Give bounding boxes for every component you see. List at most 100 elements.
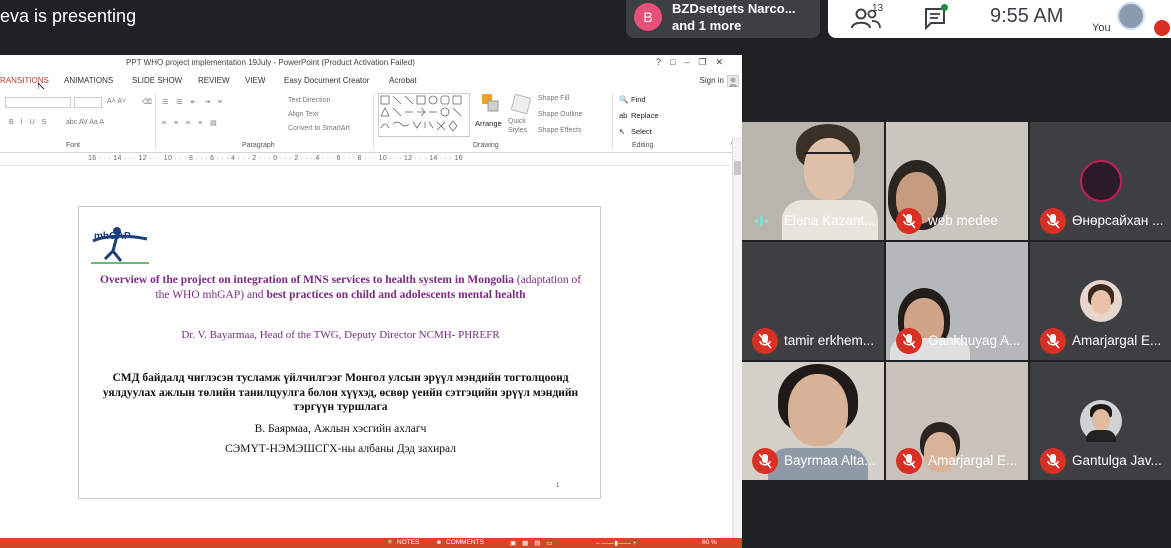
- window-controls[interactable]: ?□–❐✕: [656, 57, 732, 68]
- tab-review[interactable]: REVIEW: [198, 76, 230, 85]
- group-label-paragraph: Paragraph: [242, 142, 275, 149]
- quick-styles-icon[interactable]: [511, 94, 531, 114]
- replace-button[interactable]: Replace: [631, 111, 659, 120]
- zoom-slider[interactable]: – ——▮—— +: [596, 539, 637, 547]
- ppt-window-title: PPT WHO project implementation 19July - …: [126, 58, 415, 67]
- text-direction-button[interactable]: Text Direction: [288, 97, 330, 104]
- slide-title-bold-part-2: best practices on child and adolescents …: [266, 288, 526, 301]
- participant-tile[interactable]: web medee: [886, 122, 1028, 240]
- mic-off-icon: [896, 328, 922, 354]
- ribbon: A˄ A˅ ⌫ BIUS abc AV Aa A Font ☰ ☰ ⇤ ⇥ ≡ …: [0, 89, 742, 153]
- comments-button[interactable]: COMMENTS: [446, 539, 484, 546]
- list-buttons[interactable]: ☰ ☰ ⇤ ⇥ ≡: [162, 98, 225, 106]
- ribbon-separator: [373, 93, 374, 149]
- meet-top-bar: eva is presenting B BZDsetgets Narco... …: [0, 0, 1171, 40]
- slide-page-number: 1: [556, 483, 560, 489]
- slide-english-title: Overview of the project on integration o…: [99, 273, 582, 302]
- slide-mongolian-organization: СЭМҮТ-НЭМЭШСГХ-ны албаны Дэд захирал: [225, 443, 456, 455]
- account-icon[interactable]: [727, 75, 739, 87]
- slide[interactable]: mhGAP Overview of the project on integra…: [78, 206, 601, 499]
- char-spacing-button[interactable]: abc AV Aa A: [66, 119, 104, 126]
- tab-slide-show[interactable]: SLIDE SHOW: [132, 76, 182, 85]
- font-name-box[interactable]: [5, 97, 71, 108]
- quick-styles-button[interactable]: Quick Styles: [508, 117, 534, 135]
- tab-animations[interactable]: ANIMATIONS: [64, 76, 113, 85]
- participant-avatar: [1080, 400, 1122, 442]
- select-icon: ↖: [619, 127, 626, 136]
- ppt-status-bar: ≡ NOTES ■ COMMENTS ▣▦▤▭ – ——▮—— + 60 %: [0, 538, 742, 548]
- mic-off-icon: [1040, 448, 1066, 474]
- you-label: You: [1092, 22, 1111, 34]
- font-style-buttons[interactable]: BIUS: [9, 119, 53, 126]
- shape-fill-button[interactable]: Shape Fill: [538, 95, 569, 102]
- participant-tile[interactable]: Gantulga Jav...: [1030, 362, 1171, 480]
- participant-name: Elena Kazant...: [784, 213, 876, 228]
- find-button[interactable]: Find: [631, 95, 646, 104]
- notes-button[interactable]: NOTES: [397, 539, 419, 546]
- group-label-editing: Editing: [632, 142, 654, 149]
- self-avatar[interactable]: [1117, 2, 1145, 30]
- mic-off-icon: [1040, 328, 1066, 354]
- tab-easy-document-creator[interactable]: Easy Document Creator: [284, 76, 369, 85]
- mhgap-logo-text: mhGAP: [94, 231, 131, 242]
- sign-in-link[interactable]: Sign in: [700, 76, 724, 85]
- slide-canvas: mhGAP Overview of the project on integra…: [0, 167, 732, 538]
- group-label-drawing: Drawing: [473, 142, 499, 149]
- font-size-buttons[interactable]: A˄ A˅: [107, 98, 126, 105]
- horizontal-ruler: 16 · · · 14 · · · 12 · · · 10 · · · 8 · …: [0, 154, 730, 166]
- ribbon-separator: [612, 93, 613, 149]
- meet-controls-bar: 13 9:55 AM You: [828, 0, 1171, 38]
- mic-off-icon: [752, 328, 778, 354]
- alignment-buttons[interactable]: ≡ ≡ ≡ ≡ ▤: [162, 119, 220, 127]
- convert-smartart-button[interactable]: Convert to SmartArt: [288, 125, 350, 132]
- shapes-gallery-icon[interactable]: [378, 93, 470, 137]
- notification-avatar: B: [634, 3, 662, 31]
- clear-format-icon[interactable]: ⌫: [142, 98, 152, 106]
- align-text-button[interactable]: Align Text: [288, 111, 318, 118]
- participant-tile[interactable]: Amarjargal E...: [1030, 242, 1171, 360]
- ribbon-tab-bar: RANSITIONS ANIMATIONS SLIDE SHOW REVIEW …: [0, 73, 742, 95]
- participant-tile[interactable]: Bayrmaa Alta...: [742, 362, 884, 480]
- participant-name: Amarjargal E...: [928, 453, 1018, 468]
- participant-name: Gankhuyag A...: [928, 333, 1021, 348]
- scrollbar-thumb[interactable]: [734, 161, 741, 175]
- slide-title-bold-part-1: Overview of the project on integration o…: [99, 274, 514, 286]
- font-size-box[interactable]: [74, 97, 102, 108]
- join-notification[interactable]: B BZDsetgets Narco... and 1 more: [626, 0, 820, 38]
- slide-mongolian-author: В. Баярмаа, Ажлын хэсгийн ахлагч: [254, 423, 427, 435]
- participant-name: Amarjargal E...: [1072, 333, 1162, 348]
- notes-icon: ≡: [388, 539, 392, 546]
- chat-unread-dot: [941, 4, 948, 11]
- view-buttons[interactable]: ▣▦▤▭: [510, 539, 559, 547]
- comments-icon: ■: [437, 539, 441, 546]
- arrange-icon[interactable]: [481, 93, 501, 115]
- shape-effects-button[interactable]: Shape Effects: [538, 127, 581, 134]
- participant-avatar: [1080, 280, 1122, 322]
- ribbon-separator: [155, 93, 156, 149]
- participant-tile[interactable]: tamir erkhem...: [742, 242, 884, 360]
- mic-off-icon: [896, 208, 922, 234]
- replace-icon: ab: [619, 111, 628, 120]
- zoom-level[interactable]: 60 %: [702, 539, 717, 546]
- participant-name: Bayrmaa Alta...: [784, 453, 876, 468]
- vertical-scrollbar[interactable]: [732, 137, 742, 538]
- presented-powerpoint-window: PPT WHO project implementation 19July - …: [0, 55, 742, 548]
- notification-text: BZDsetgets Narco... and 1 more: [672, 0, 812, 34]
- ruler-ticks: 16 · · · 14 · · · 12 · · · 10 · · · 8 · …: [88, 155, 463, 162]
- meet-screen: eva is presenting B BZDsetgets Narco... …: [0, 0, 1171, 548]
- shape-outline-button[interactable]: Shape Outline: [538, 111, 582, 118]
- tab-view[interactable]: VIEW: [245, 76, 265, 85]
- participant-tile[interactable]: Gankhuyag A...: [886, 242, 1028, 360]
- tab-acrobat[interactable]: Acrobat: [389, 76, 417, 85]
- ppt-title-bar: PPT WHO project implementation 19July - …: [0, 55, 742, 73]
- participant-tile[interactable]: Elena Kazant...: [742, 122, 884, 240]
- participant-tile[interactable]: Өнөрсайхан ...: [1030, 122, 1171, 240]
- slide-mongolian-title: СМД байдалд чиглэсэн тусламж үйлчилгээг …: [102, 372, 579, 413]
- arrange-button[interactable]: Arrange: [475, 119, 502, 128]
- slide-english-author: Dr. V. Bayarmaa, Head of the TWG, Deputy…: [181, 329, 500, 341]
- select-button[interactable]: Select: [631, 127, 652, 136]
- participant-avatar: [1080, 160, 1122, 202]
- mic-off-icon: [896, 448, 922, 474]
- group-label-font: Font: [66, 142, 81, 149]
- participant-tile[interactable]: Amarjargal E...: [886, 362, 1028, 480]
